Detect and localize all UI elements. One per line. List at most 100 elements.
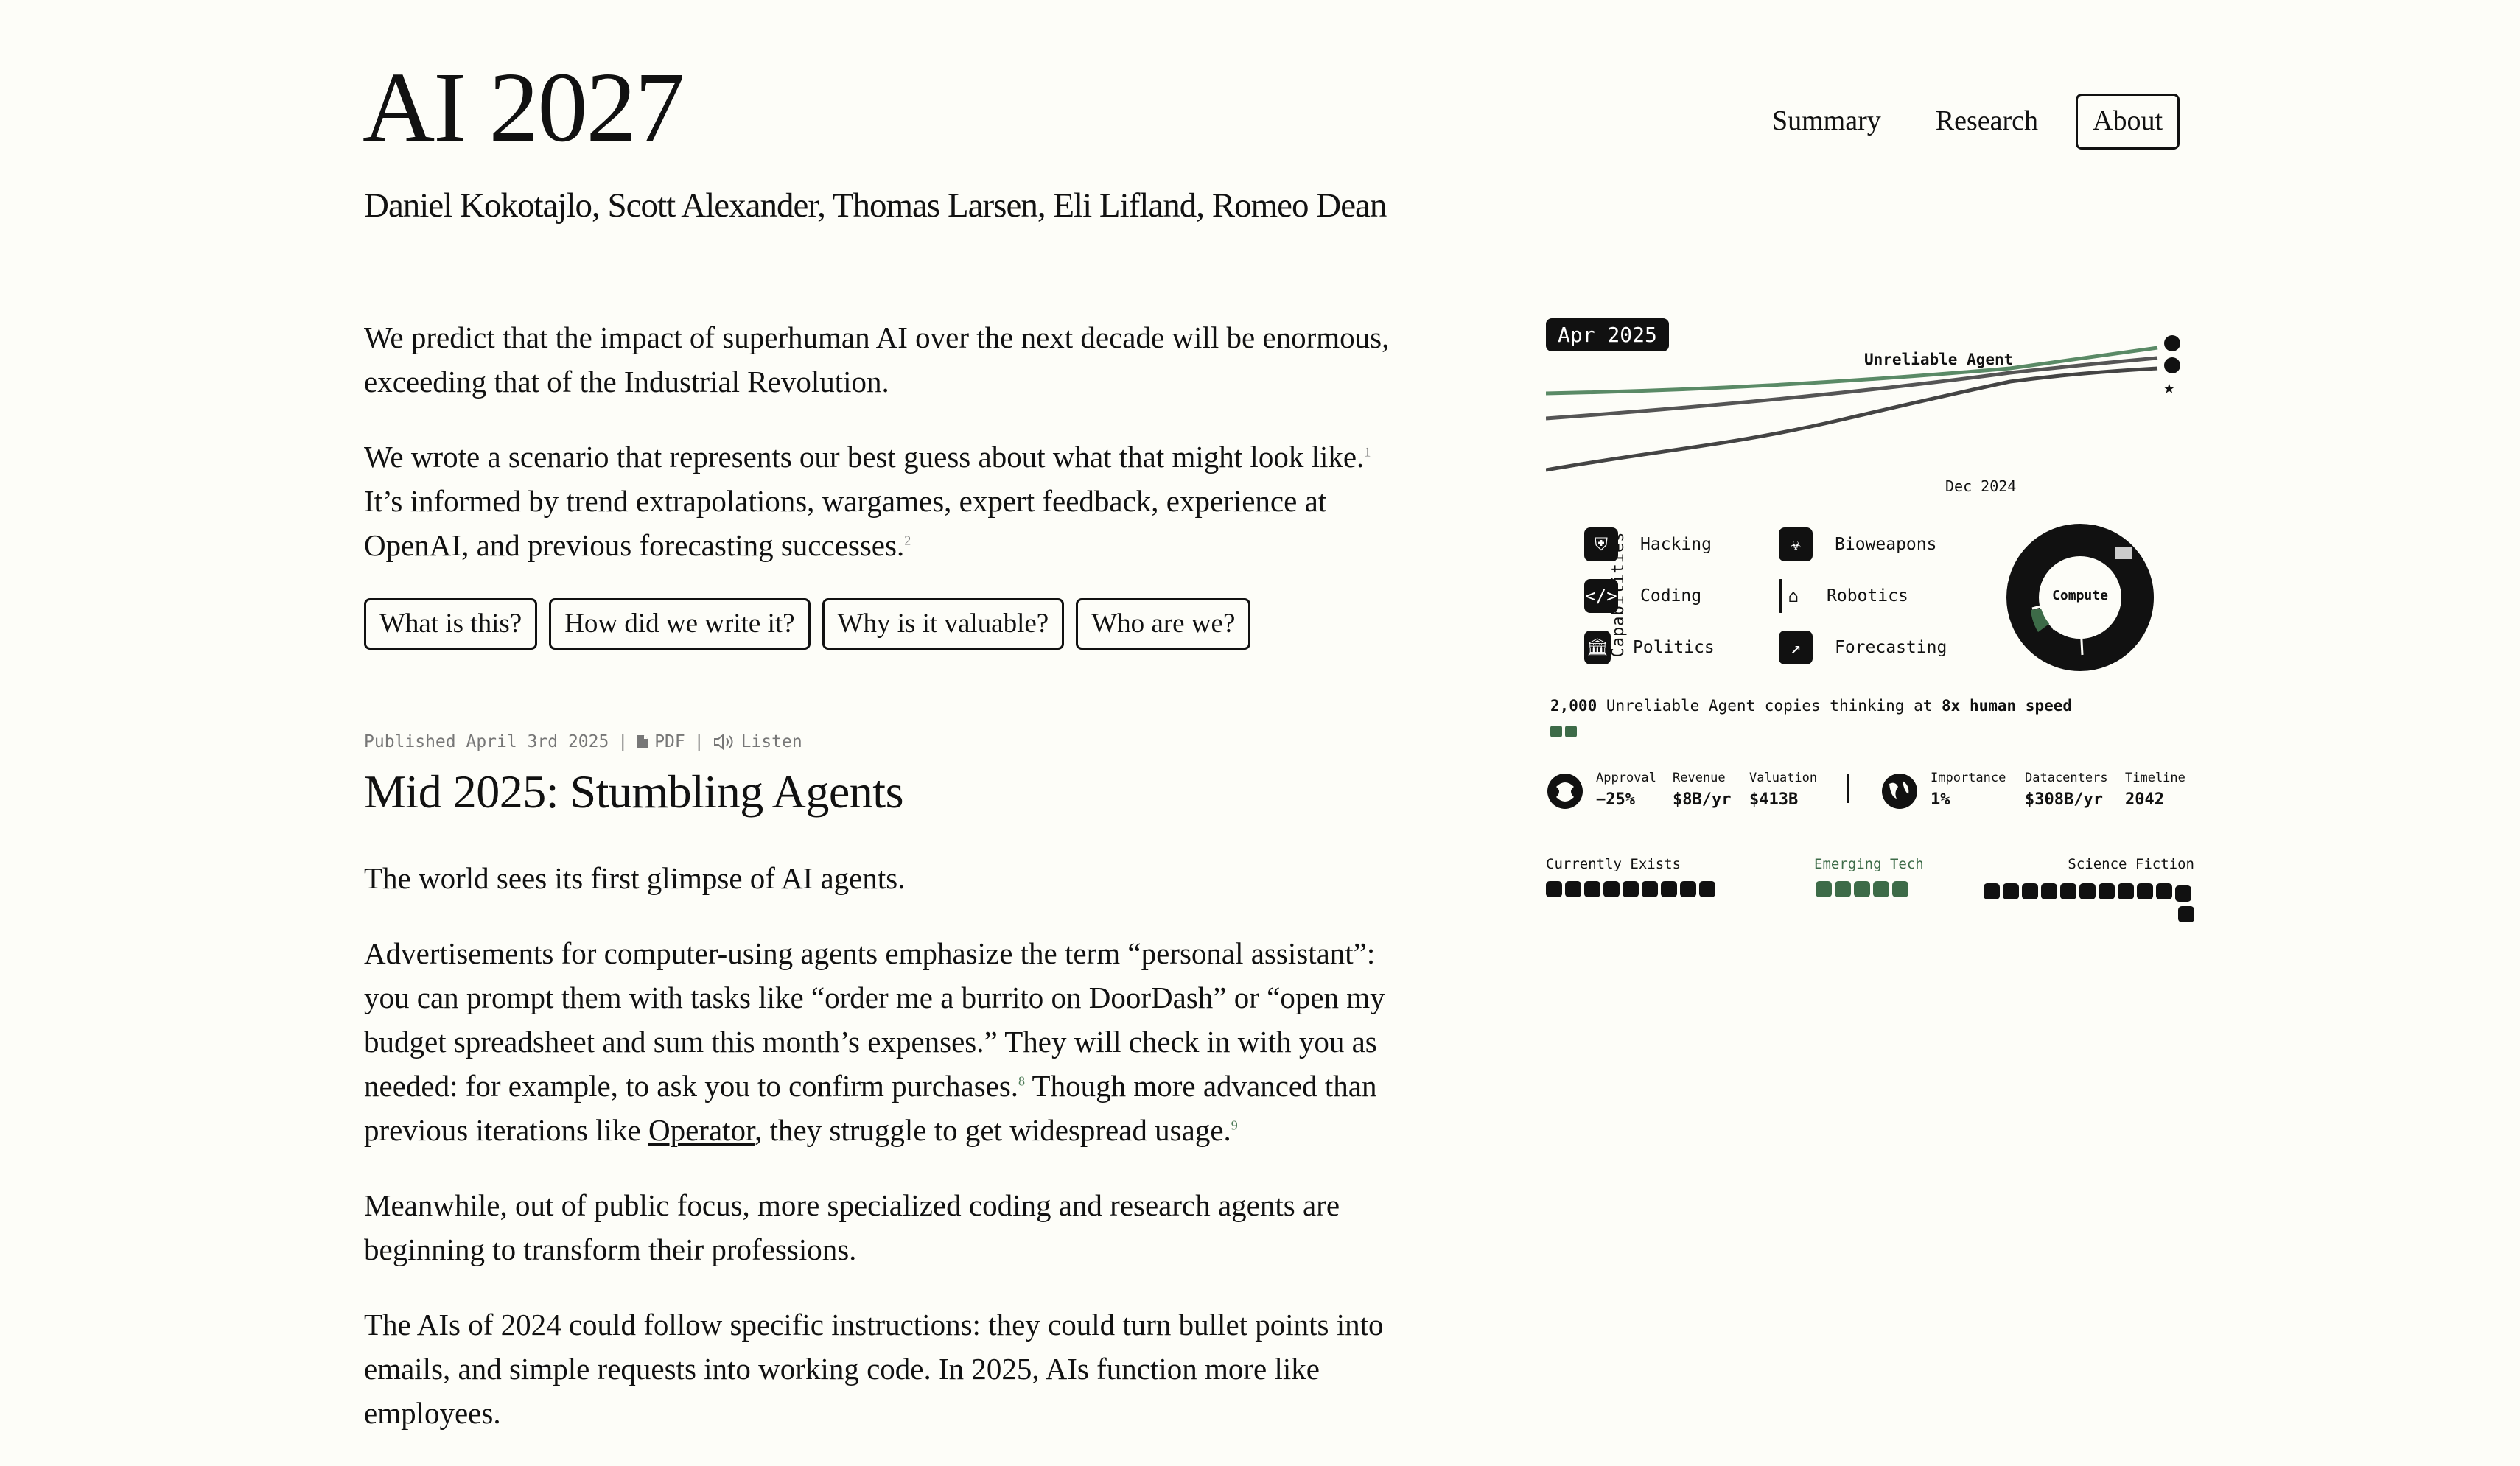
nav-research[interactable]: Research — [1919, 94, 2055, 150]
capability-label: Robotics — [1827, 586, 1908, 606]
copies-chip — [1565, 725, 1577, 737]
trend-date: Dec 2024 — [1945, 477, 2017, 495]
spectrum-currently-exists: Currently Exists — [1546, 856, 1681, 872]
spectrum-emerging-tech: Emerging Tech — [1814, 856, 1924, 872]
intro-text: It’s informed by trend extrapolations, w… — [364, 484, 1327, 562]
tech-chip[interactable] — [1835, 881, 1851, 897]
tech-chip[interactable] — [2003, 883, 2019, 899]
stat-value: 1% — [1931, 790, 1950, 809]
tech-chip[interactable] — [1699, 881, 1715, 897]
stat-value: 2042 — [2125, 790, 2164, 809]
capability-politics: 🏛 Politics — [1584, 631, 1715, 664]
capability-hacking: ⛨ Hacking — [1584, 527, 1712, 561]
pdf-label: PDF — [654, 732, 685, 752]
tech-chip[interactable] — [1854, 881, 1870, 897]
intro-text: We wrote a scenario that represents our … — [364, 440, 1365, 474]
tech-chip[interactable] — [1873, 881, 1889, 897]
tech-chip[interactable] — [1984, 883, 2000, 899]
stat-timeline: Timeline 2042 — [2125, 771, 2185, 809]
star-marker-icon: ★ — [2163, 376, 2175, 399]
tech-chip[interactable] — [1680, 881, 1696, 897]
stat-label: Revenue — [1673, 771, 1726, 785]
footnote-8[interactable]: 8 — [1018, 1074, 1025, 1089]
tech-chip[interactable] — [1565, 881, 1581, 897]
footnote-2[interactable]: 2 — [904, 533, 911, 547]
scenario-dashboard: ★ Apr 2025 Unreliable Agent Dec 2024 AI … — [1546, 309, 2194, 928]
nav-about[interactable]: About — [2076, 94, 2180, 150]
stat-revenue: Revenue $8B/yr — [1673, 771, 1731, 809]
tech-chip[interactable] — [2137, 883, 2153, 899]
trend-icon: ↗ — [1779, 631, 1813, 664]
code-icon: </> — [1584, 579, 1618, 613]
tech-chip[interactable] — [1584, 881, 1600, 897]
separator: | — [693, 732, 704, 752]
capability-label: Politics — [1633, 638, 1715, 657]
trend-label: Unreliable Agent — [1864, 351, 2014, 368]
capitol-icon: 🏛 — [1584, 631, 1611, 664]
capability-label: Hacking — [1640, 535, 1712, 554]
tech-chip[interactable] — [2118, 883, 2134, 899]
intro-buttons: What is this? How did we write it? Why i… — [364, 598, 1410, 650]
who-are-we-button[interactable]: Who are we? — [1076, 598, 1251, 650]
tech-chip[interactable] — [1892, 881, 1908, 897]
tech-chip[interactable] — [1661, 881, 1677, 897]
tech-chip[interactable] — [2022, 883, 2038, 899]
stat-label: Datacenters — [2025, 771, 2108, 785]
tech-chip[interactable] — [2060, 883, 2076, 899]
site-title[interactable]: AI 2027 — [363, 57, 685, 158]
main-nav: Summary Research About — [1755, 94, 2180, 150]
stat-importance: Importance 1% — [1931, 771, 2006, 809]
body-text: , they struggle to get widespread usage. — [755, 1113, 1231, 1148]
copies-speed: 8x human speed — [1942, 697, 2073, 715]
tech-chip[interactable] — [1546, 881, 1562, 897]
stat-approval: Approval −25% — [1596, 771, 1656, 809]
stats-divider — [1847, 774, 1849, 803]
speaker-icon — [713, 734, 733, 751]
stat-label: Approval — [1596, 771, 1656, 785]
listen-label: Listen — [741, 732, 802, 752]
separator: | — [617, 732, 629, 752]
openbrain-logo-icon — [1547, 774, 1583, 809]
copies-chips — [1550, 723, 1580, 737]
footnote-9[interactable]: 9 — [1231, 1118, 1238, 1133]
why-valuable-button[interactable]: Why is it valuable? — [822, 598, 1065, 650]
trend-line-bottom — [1546, 366, 2158, 472]
nav-summary[interactable]: Summary — [1755, 94, 1898, 150]
publication-meta: Published April 3rd 2025 | PDF | Listen — [364, 732, 1410, 751]
tech-chip[interactable] — [1603, 881, 1620, 897]
pdf-link[interactable]: PDF — [637, 732, 685, 751]
tech-chip[interactable] — [2178, 906, 2194, 922]
tech-chip[interactable] — [2079, 883, 2096, 899]
article: We predict that the impact of superhuman… — [364, 315, 1410, 1466]
capability-label: Forecasting — [1835, 638, 1947, 657]
capability-label: Coding — [1640, 586, 1702, 606]
globe-icon — [1882, 774, 1917, 809]
stat-datacenters: Datacenters $308B/yr — [2025, 771, 2108, 809]
how-did-we-write-it-button[interactable]: How did we write it? — [549, 598, 811, 650]
shield-icon: ⛨ — [1584, 527, 1618, 561]
date-pill[interactable]: Apr 2025 — [1546, 318, 1669, 351]
tech-chip[interactable] — [2156, 883, 2172, 899]
tech-chip[interactable] — [1623, 881, 1639, 897]
globe-marker-icon — [2164, 357, 2180, 373]
stat-value: $308B/yr — [2025, 790, 2103, 809]
trend-line-middle — [1546, 356, 2158, 421]
what-is-this-button[interactable]: What is this? — [364, 598, 538, 650]
spectrum-fiction-chips — [1984, 881, 2194, 922]
spectrum-emerging-chips — [1816, 881, 1926, 897]
footnote-1[interactable]: 1 — [1364, 444, 1371, 459]
stat-value: $413B — [1749, 790, 1799, 809]
operator-link[interactable]: Operator — [648, 1113, 755, 1147]
tech-chip[interactable] — [1816, 881, 1832, 897]
us-flag-icon — [2115, 547, 2132, 559]
spectrum-exists-chips — [1546, 881, 1737, 897]
openbrain-marker-icon — [2164, 335, 2180, 351]
tech-chip[interactable] — [2175, 885, 2191, 902]
intro-paragraph-1: We predict that the impact of superhuman… — [364, 320, 1390, 399]
copies-text: Unreliable Agent copies thinking at — [1597, 697, 1942, 715]
section-paragraph-1: The world sees its first glimpse of AI a… — [364, 861, 906, 896]
tech-chip[interactable] — [1642, 881, 1658, 897]
listen-link[interactable]: Listen — [713, 732, 802, 751]
tech-chip[interactable] — [2099, 883, 2115, 899]
tech-chip[interactable] — [2041, 883, 2057, 899]
